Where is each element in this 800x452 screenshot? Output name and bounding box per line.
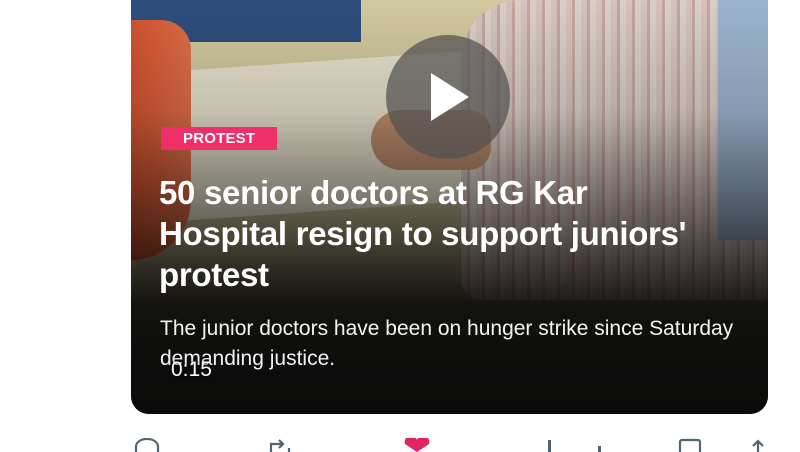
video-headline: 50 senior doctors at RG Kar Hospital res…	[159, 174, 687, 293]
play-icon	[431, 73, 469, 121]
video-elapsed-time: 0:15	[171, 358, 212, 381]
category-tag: PROTEST	[161, 127, 278, 150]
video-subtext: The junior doctors have been on hunger s…	[160, 317, 734, 370]
play-button[interactable]	[386, 35, 510, 159]
action-bar	[0, 436, 800, 452]
